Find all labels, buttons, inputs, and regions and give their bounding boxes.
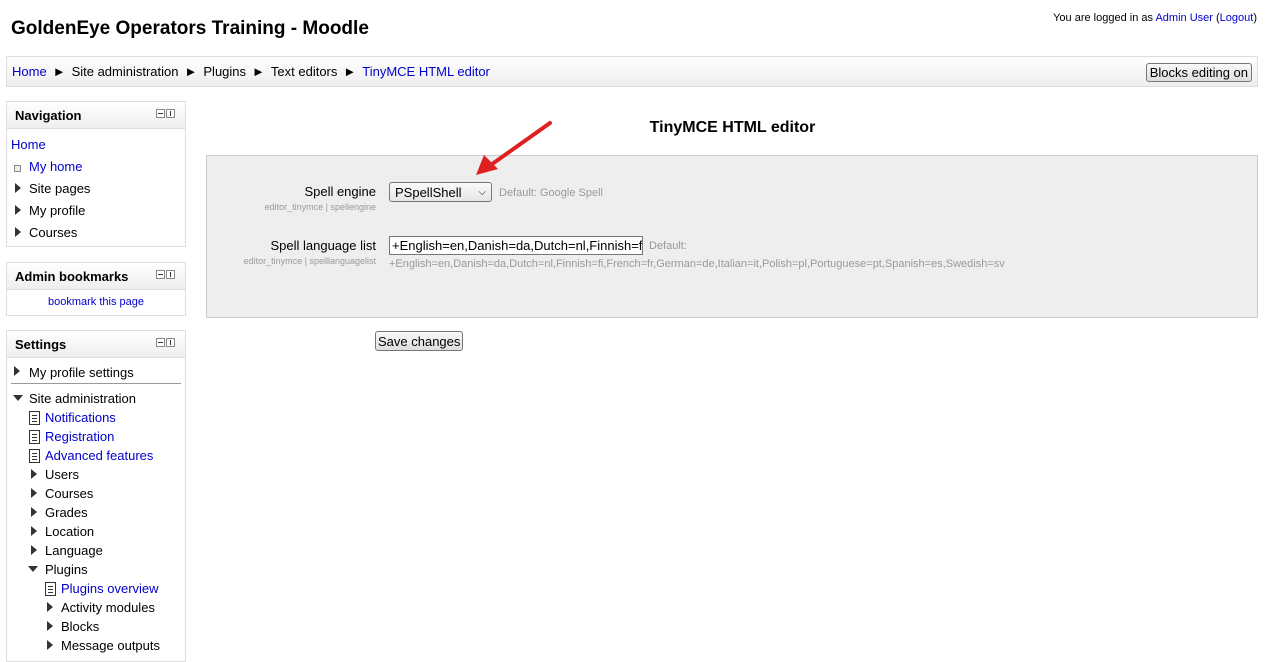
expand-arrow-icon[interactable] [31, 469, 37, 479]
spell-language-label-group: Spell language list editor_tinymce | spe… [76, 238, 376, 266]
spell-engine-label: Spell engine [304, 184, 376, 199]
settings-form-panel: Spell engine editor_tinymce | spellengin… [206, 155, 1258, 318]
settings-item-language[interactable]: Language [45, 543, 103, 558]
login-info: You are logged in as Admin User (Logout) [1053, 12, 1257, 24]
spell-language-input[interactable]: +English=en,Danish=da,Dutch=nl,Finnish=f… [389, 236, 643, 255]
breadcrumb-plugins: Plugins [203, 64, 247, 79]
settings-item-advanced-features[interactable]: Advanced features [45, 448, 153, 463]
spell-language-default-value: +English=en,Danish=da,Dutch=nl,Finnish=f… [389, 258, 1005, 270]
nav-home-link[interactable]: Home [11, 137, 46, 152]
page-heading: TinyMCE HTML editor [649, 119, 816, 136]
dock-icon[interactable] [166, 338, 175, 347]
spell-language-default-prefix: Default: [649, 240, 687, 252]
settings-item-plugins[interactable]: Plugins [45, 562, 88, 577]
spell-language-sublabel: editor_tinymce | spelllanguagelist [243, 256, 376, 266]
logout-open: ( [1212, 12, 1220, 24]
expand-arrow-icon[interactable] [15, 183, 21, 193]
nav-item-courses[interactable]: Courses [29, 225, 77, 240]
login-prefix: You are logged in as [1053, 12, 1156, 24]
navigation-block: Navigation Home My home Site pages My pr… [6, 101, 186, 247]
block-controls [156, 270, 175, 279]
page-icon [29, 411, 40, 425]
expand-arrow-icon[interactable] [15, 205, 21, 215]
spell-engine-value: PSpellShell [395, 185, 462, 200]
settings-item-users[interactable]: Users [45, 467, 79, 482]
block-controls [156, 109, 175, 118]
user-name-link[interactable]: Admin User [1155, 12, 1212, 24]
settings-item-plugins-overview[interactable]: Plugins overview [61, 581, 159, 596]
bullet-icon [14, 165, 21, 172]
breadcrumb-home[interactable]: Home [12, 64, 47, 79]
site-title: GoldenEye Operators Training - Moodle [11, 18, 369, 39]
collapse-arrow-icon[interactable] [13, 395, 23, 401]
admin-bookmarks-title: Admin bookmarks [15, 269, 129, 284]
breadcrumb-site-administration: Site administration [71, 64, 179, 79]
settings-block-title: Settings [15, 337, 67, 352]
breadcrumb-separator: ► [184, 64, 198, 79]
breadcrumb-separator: ► [52, 64, 66, 79]
divider [11, 383, 181, 384]
expand-arrow-icon[interactable] [47, 602, 53, 612]
settings-item-activity-modules[interactable]: Activity modules [61, 600, 155, 615]
expand-arrow-icon[interactable] [31, 507, 37, 517]
bookmark-this-page-link[interactable]: bookmark this page [48, 296, 144, 308]
breadcrumb-text-editors: Text editors [270, 64, 338, 79]
settings-item-site-administration[interactable]: Site administration [29, 391, 136, 406]
annotation-arrow-icon [476, 121, 552, 175]
collapse-icon[interactable] [156, 338, 165, 347]
collapse-arrow-icon[interactable] [28, 566, 38, 572]
expand-arrow-icon[interactable] [31, 545, 37, 555]
settings-item-registration[interactable]: Registration [45, 429, 114, 444]
block-controls [156, 338, 175, 347]
nav-item-my-home[interactable]: My home [29, 159, 82, 174]
arrow-shaft [486, 121, 552, 169]
dock-icon[interactable] [166, 109, 175, 118]
spell-engine-label-group: Spell engine editor_tinymce | spellengin… [76, 184, 376, 212]
navigation-block-title: Navigation [15, 108, 82, 123]
logout-close: ) [1253, 12, 1257, 24]
settings-item-message-outputs[interactable]: Message outputs [61, 638, 160, 653]
save-changes-button[interactable]: Save changes [375, 331, 464, 351]
admin-bookmarks-block: Admin bookmarks bookmark this page [6, 262, 186, 316]
expand-arrow-icon[interactable] [31, 526, 37, 536]
page-icon [45, 582, 56, 596]
spell-language-label: Spell language list [270, 238, 376, 253]
spell-engine-sublabel: editor_tinymce | spellengine [264, 202, 376, 212]
expand-arrow-icon[interactable] [47, 621, 53, 631]
arrow-head [476, 155, 498, 175]
breadcrumb-separator: ► [343, 64, 357, 79]
page-icon [29, 449, 40, 463]
dock-icon[interactable] [166, 270, 175, 279]
spell-engine-default: Default: Google Spell [499, 187, 603, 199]
settings-item-courses[interactable]: Courses [45, 486, 93, 501]
settings-block: Settings My profile settings Site admini… [6, 330, 186, 662]
breadcrumb-tinymce[interactable]: TinyMCE HTML editor [362, 64, 490, 79]
settings-block-header: Settings [7, 331, 185, 358]
blocks-editing-button[interactable]: Blocks editing on [1145, 63, 1252, 82]
settings-item-my-profile-settings[interactable]: My profile settings [29, 365, 134, 380]
settings-item-grades[interactable]: Grades [45, 505, 88, 520]
navigation-block-header: Navigation [7, 102, 185, 129]
spell-engine-select[interactable]: PSpellShell ⌵ [389, 182, 492, 202]
logout-link[interactable]: Logout [1220, 12, 1254, 24]
expand-arrow-icon[interactable] [31, 488, 37, 498]
breadcrumb-separator: ► [252, 64, 265, 79]
settings-item-blocks[interactable]: Blocks [61, 619, 99, 634]
navbar: Home ► Site administration ► Plugins ► Text ed… [6, 56, 1258, 87]
settings-item-location[interactable]: Location [45, 524, 94, 539]
collapse-icon[interactable] [156, 270, 165, 279]
collapse-icon[interactable] [156, 109, 165, 118]
settings-item-notifications[interactable]: Notifications [45, 410, 116, 425]
breadcrumb: Home ► Site administration ► Plugins ► Text ed… [12, 64, 490, 79]
admin-bookmarks-header: Admin bookmarks [7, 263, 185, 290]
chevron-down-icon: ⌵ [478, 187, 486, 198]
page-icon [29, 430, 40, 444]
expand-arrow-icon[interactable] [14, 366, 20, 376]
expand-arrow-icon[interactable] [15, 227, 21, 237]
